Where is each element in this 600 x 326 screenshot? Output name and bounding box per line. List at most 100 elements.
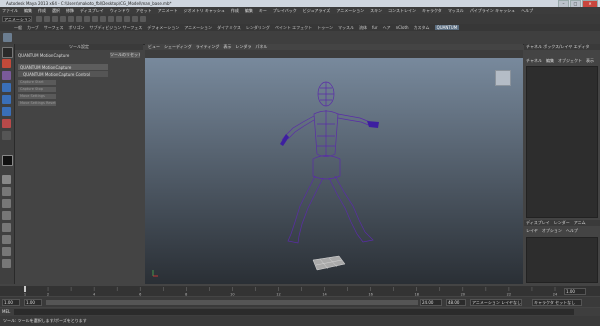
status-tool-icon[interactable] bbox=[124, 16, 130, 22]
command-input[interactable] bbox=[14, 309, 574, 315]
status-tool-icon[interactable] bbox=[132, 16, 138, 22]
start-time-field[interactable]: 1.00 bbox=[2, 299, 20, 306]
channel-box-tab-1[interactable]: 編集 bbox=[546, 58, 554, 64]
inner-end-field[interactable]: 24.00 bbox=[420, 299, 442, 306]
character-rig[interactable] bbox=[145, 44, 523, 284]
layout-graph-icon[interactable] bbox=[2, 223, 11, 232]
paint-select-icon[interactable] bbox=[2, 71, 11, 80]
status-tool-icon[interactable] bbox=[100, 16, 106, 22]
status-tool-icon[interactable] bbox=[140, 16, 146, 22]
menu-item-10[interactable]: 作成 bbox=[231, 8, 239, 14]
rotate-tool-icon[interactable] bbox=[2, 95, 11, 104]
status-tool-icon[interactable] bbox=[68, 16, 74, 22]
menu-item-19[interactable]: マッスル bbox=[448, 8, 464, 14]
shelf-tab-12[interactable]: 流体 bbox=[359, 25, 367, 31]
channel-box-tab-3[interactable]: 表示 bbox=[586, 58, 594, 64]
layout-hypershade-icon[interactable] bbox=[2, 235, 11, 244]
scale-tool-icon[interactable] bbox=[2, 107, 11, 116]
shelf-tab-2[interactable]: サーフェス bbox=[44, 25, 64, 31]
shelf-tab-9[interactable]: ペイント エフェクト bbox=[275, 25, 312, 31]
anim-layer-dropdown[interactable]: アニメーション レイヤなし bbox=[470, 299, 522, 306]
layer-tab-1[interactable]: レンダー bbox=[554, 220, 570, 226]
menu-set-selector[interactable]: アニメーション bbox=[2, 16, 32, 22]
menu-item-12[interactable]: キー bbox=[259, 8, 267, 14]
command-language[interactable]: MEL bbox=[2, 309, 10, 314]
menu-item-13[interactable]: プレイバック bbox=[273, 8, 297, 14]
channel-box-tab-2[interactable]: オブジェクト bbox=[558, 58, 582, 64]
layer-list[interactable] bbox=[526, 237, 598, 283]
channel-box-area[interactable] bbox=[526, 66, 598, 218]
reset-tool-button[interactable]: ツールのリセット bbox=[110, 52, 140, 58]
shelf-tab-10[interactable]: トゥーン bbox=[317, 25, 333, 31]
capture-start-button[interactable]: Capture Start bbox=[18, 80, 56, 85]
menu-item-5[interactable]: ディスプレイ bbox=[80, 8, 104, 14]
status-tool-icon[interactable] bbox=[52, 16, 58, 22]
channel-box-tab-0[interactable]: チャネル bbox=[526, 58, 542, 64]
menu-item-17[interactable]: コンストレイン bbox=[388, 8, 416, 14]
menu-item-6[interactable]: ウィンドウ bbox=[110, 8, 130, 14]
select-tool-icon[interactable] bbox=[2, 47, 13, 58]
lasso-tool-icon[interactable] bbox=[2, 59, 11, 68]
status-tool-icon[interactable] bbox=[44, 16, 50, 22]
menu-item-20[interactable]: パイプライン キャッシュ bbox=[470, 8, 515, 14]
shelf-tab-8[interactable]: レンダリング bbox=[246, 25, 270, 31]
status-tool-icon[interactable] bbox=[84, 16, 90, 22]
layout-four-icon[interactable] bbox=[2, 187, 11, 196]
quantum-tool-icon[interactable] bbox=[2, 155, 13, 166]
viewport-panel[interactable]: ビュー シェーディング ライティング 表示 レンダラ パネル bbox=[145, 44, 523, 284]
shelf-tab-1[interactable]: カーブ bbox=[27, 25, 39, 31]
inner-start-field[interactable]: 1.00 bbox=[24, 299, 42, 306]
move-settings-reset-button[interactable]: Move Settings Reset bbox=[18, 101, 56, 106]
status-tool-icon[interactable] bbox=[36, 16, 42, 22]
menu-item-0[interactable]: ファイル bbox=[2, 8, 18, 14]
status-tool-icon[interactable] bbox=[108, 16, 114, 22]
menu-item-11[interactable]: 編集 bbox=[245, 8, 253, 14]
menu-item-7[interactable]: アセット bbox=[136, 8, 152, 14]
last-tool-icon[interactable] bbox=[2, 131, 11, 140]
menu-item-4[interactable]: 修飾 bbox=[66, 8, 74, 14]
layer-tab-0[interactable]: ディスプレイ bbox=[526, 220, 550, 226]
menu-item-15[interactable]: アニメーション bbox=[336, 8, 364, 14]
shelf-tab-7[interactable]: ダイナミクス bbox=[217, 25, 241, 31]
time-slider[interactable]: 1 2 4 6 8 10 12 14 16 18 20 22 24 1.00 bbox=[0, 286, 600, 296]
layer-menu-item-0[interactable]: レイヤ bbox=[526, 228, 538, 234]
menu-item-2[interactable]: 作成 bbox=[38, 8, 46, 14]
layout-outliner-icon[interactable] bbox=[2, 211, 11, 220]
layout-script-icon[interactable] bbox=[2, 259, 11, 268]
menu-item-21[interactable]: ヘルプ bbox=[521, 8, 533, 14]
layout-render-icon[interactable] bbox=[2, 247, 11, 256]
layout-side-icon[interactable] bbox=[2, 199, 11, 208]
shelf-tab-15[interactable]: nCloth bbox=[396, 25, 409, 30]
shelf-tab-6[interactable]: アニメーション bbox=[184, 25, 212, 31]
menu-item-1[interactable]: 編集 bbox=[24, 8, 32, 14]
menu-item-8[interactable]: アニメート bbox=[158, 8, 178, 14]
status-tool-icon[interactable] bbox=[116, 16, 122, 22]
manipulator-icon[interactable] bbox=[2, 119, 11, 128]
menu-item-9[interactable]: ジオメトリ キャッシュ bbox=[184, 8, 225, 14]
status-tool-icon[interactable] bbox=[92, 16, 98, 22]
layout-single-icon[interactable] bbox=[2, 175, 11, 184]
shelf-tab-3[interactable]: ポリゴン bbox=[69, 25, 85, 31]
current-time-field[interactable]: 1.00 bbox=[564, 288, 586, 295]
quantum-shelf-icon[interactable] bbox=[3, 33, 12, 42]
layer-menu-item-2[interactable]: ヘルプ bbox=[566, 228, 578, 234]
time-slider-ruler[interactable]: 1 2 4 6 8 10 12 14 16 18 20 22 24 bbox=[20, 286, 560, 296]
range-slider-bar[interactable] bbox=[46, 300, 418, 305]
shelf-tab-13[interactable]: fur bbox=[372, 25, 378, 30]
end-time-field[interactable]: 48.00 bbox=[446, 299, 466, 306]
menu-item-16[interactable]: スキン bbox=[370, 8, 382, 14]
character-set-dropdown[interactable]: キャラクタ セットなし bbox=[532, 299, 582, 306]
shelf-tab-0[interactable]: 一般 bbox=[14, 25, 22, 31]
status-tool-icon[interactable] bbox=[76, 16, 82, 22]
move-settings-button[interactable]: Move Settings bbox=[18, 94, 56, 99]
shelf-tab-16[interactable]: カスタム bbox=[414, 25, 430, 31]
layer-tab-2[interactable]: アニム bbox=[574, 220, 586, 226]
shelf-tab-11[interactable]: マッスル bbox=[338, 25, 354, 31]
menu-item-18[interactable]: キャラクタ bbox=[422, 8, 442, 14]
shelf-tab-5[interactable]: デフォメーション bbox=[147, 25, 179, 31]
capture-stop-button[interactable]: Capture Stop bbox=[18, 87, 56, 92]
layer-menu-item-1[interactable]: オプション bbox=[542, 228, 562, 234]
shelf-tab-17[interactable]: QUANTUM bbox=[434, 25, 460, 30]
shelf-tab-14[interactable]: ヘア bbox=[383, 25, 391, 31]
menu-item-14[interactable]: ビジュアライズ bbox=[303, 8, 331, 14]
